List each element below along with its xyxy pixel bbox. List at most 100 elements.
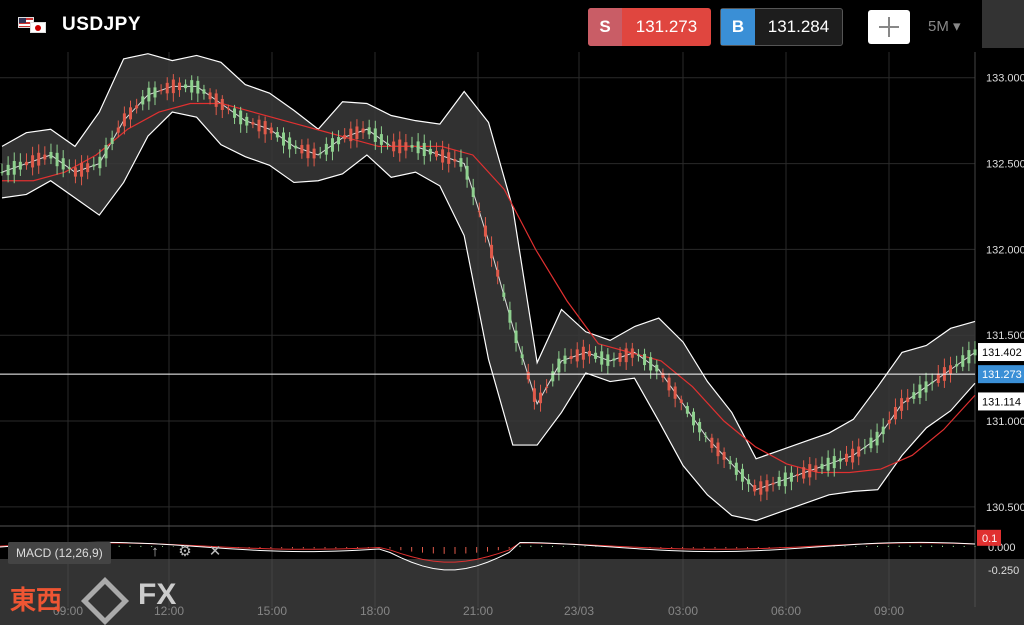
- candle-body: [771, 482, 775, 485]
- y-tick-label: 132.500: [986, 159, 1024, 171]
- candle-body: [92, 164, 96, 167]
- candle-body: [116, 127, 120, 133]
- candle-body: [373, 128, 377, 142]
- candle-body: [12, 161, 16, 175]
- candle-body: [575, 349, 579, 362]
- candle-body: [759, 481, 763, 495]
- candle-body: [747, 479, 751, 485]
- candle-body: [649, 357, 653, 371]
- candle-body: [740, 468, 744, 482]
- candle-body: [61, 158, 65, 170]
- candle-body: [129, 107, 133, 120]
- sell-price: 131.273: [635, 17, 698, 36]
- candle-body: [422, 142, 426, 157]
- candle-body: [49, 151, 53, 159]
- candle-body: [141, 96, 145, 105]
- candle-body: [869, 437, 873, 449]
- candle-body: [55, 152, 59, 167]
- candle-body: [796, 474, 800, 476]
- candle-body: [789, 472, 793, 482]
- candle-body: [483, 225, 487, 237]
- macd-label[interactable]: MACD (12,26,9): [8, 542, 111, 564]
- candle-body: [692, 411, 696, 426]
- candle-body: [643, 353, 647, 366]
- sell-label: S: [588, 8, 622, 46]
- candle-body: [918, 384, 922, 398]
- candle-body: [783, 472, 787, 487]
- candle-body: [600, 351, 604, 365]
- candle-body: [184, 84, 188, 89]
- price-tag: 131.114: [982, 396, 1021, 408]
- buy-button[interactable]: B 131.284: [720, 8, 843, 46]
- arrow-up-icon[interactable]: ↑: [140, 543, 170, 560]
- candle-body: [698, 422, 702, 433]
- candle-body: [900, 398, 904, 411]
- macd-tools: ↑ ⚙ ✕: [140, 542, 230, 560]
- candle-body: [190, 80, 194, 93]
- timeframe-select[interactable]: 5M ▾: [928, 17, 961, 35]
- candle-body: [912, 392, 916, 399]
- candle-body: [337, 137, 341, 145]
- candle-body: [808, 464, 812, 478]
- candle-body: [153, 87, 157, 98]
- candle-body: [31, 155, 35, 168]
- candle-body: [98, 156, 102, 169]
- candle-body: [618, 352, 622, 362]
- candle-body: [416, 141, 420, 154]
- jp-flag-icon: [30, 22, 46, 33]
- candle-body: [563, 355, 567, 364]
- macd-tick: -0.250: [988, 565, 1019, 577]
- candle-body: [857, 446, 861, 457]
- candle-body: [0, 172, 4, 174]
- top-bar: USDJPY S 131.273 B 131.284 5M ▾: [0, 0, 1024, 52]
- candle-body: [294, 145, 298, 149]
- candle-body: [86, 163, 90, 173]
- candle-body: [318, 153, 322, 155]
- candle-body: [251, 122, 255, 125]
- candle-body: [208, 92, 212, 100]
- candle-body: [122, 113, 126, 127]
- candle-body: [110, 137, 114, 144]
- candle-body: [936, 373, 940, 383]
- price-tag: 131.402: [982, 347, 1022, 359]
- candle-body: [477, 211, 481, 213]
- candle-body: [624, 348, 628, 363]
- candle-body: [398, 139, 402, 154]
- logo: 東西 FX: [10, 576, 200, 625]
- candle-body: [281, 132, 285, 146]
- settings-icon[interactable]: [982, 0, 1024, 48]
- candle-body: [135, 105, 139, 109]
- buy-label: B: [721, 9, 755, 45]
- candle-body: [226, 108, 230, 110]
- candle-body: [612, 358, 616, 361]
- candle-body: [820, 463, 824, 469]
- sell-button[interactable]: S 131.273: [588, 8, 711, 46]
- candle-body: [606, 354, 610, 366]
- candle-body: [202, 89, 206, 94]
- candle-body: [257, 119, 261, 132]
- symbol-title[interactable]: USDJPY: [62, 14, 141, 36]
- price-chart[interactable]: 133.000 132.500 132.000 131.500 131.000 130.5…: [0, 52, 1024, 625]
- candle-body: [520, 354, 524, 359]
- candle-body: [196, 80, 200, 94]
- y-tick-label: 131.500: [986, 330, 1024, 342]
- candle-body: [6, 164, 10, 176]
- candle-body: [490, 244, 494, 259]
- candle-body: [171, 79, 175, 94]
- close-icon[interactable]: ✕: [200, 542, 230, 560]
- candle-body: [514, 330, 518, 344]
- candle-body: [508, 310, 512, 323]
- candle-body: [581, 346, 585, 360]
- candle-body: [147, 87, 151, 102]
- candle-body: [949, 365, 953, 375]
- y-tick-label: 131.000: [986, 416, 1024, 428]
- candle-body: [18, 161, 22, 170]
- candle-body: [655, 364, 659, 372]
- candle-body: [875, 431, 879, 446]
- candle-body: [43, 154, 47, 160]
- crosshair-button[interactable]: [868, 10, 910, 44]
- candle-body: [379, 134, 383, 145]
- candle-body: [838, 458, 842, 462]
- logo-diamond-icon: [80, 576, 130, 625]
- gear-icon[interactable]: ⚙: [170, 542, 200, 560]
